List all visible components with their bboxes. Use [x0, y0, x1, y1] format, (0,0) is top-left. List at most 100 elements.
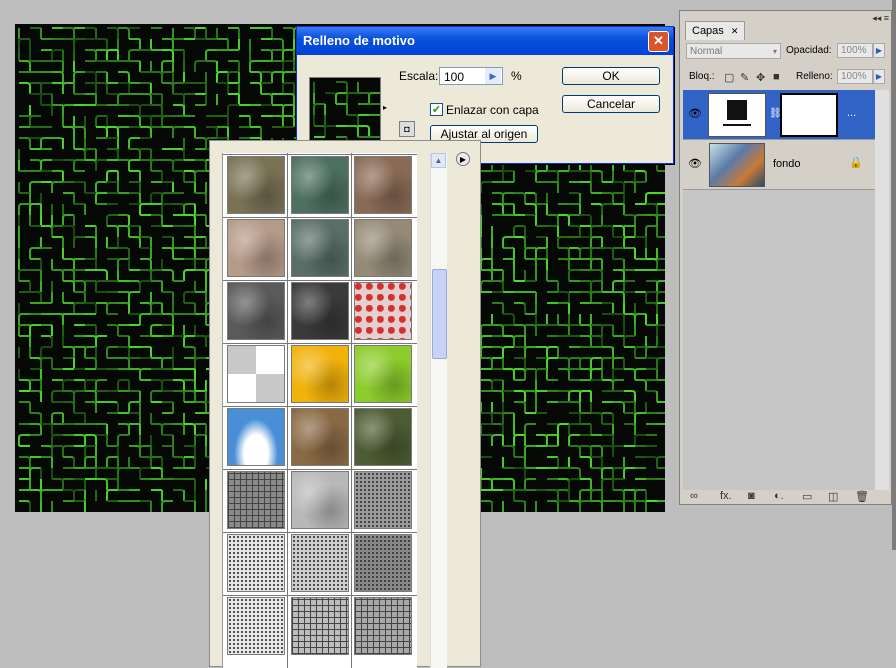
circuit-segment: [481, 357, 493, 369]
circuit-segment: [19, 137, 31, 149]
pattern-tile-sparse-speckle[interactable]: [291, 534, 349, 592]
pattern-tile-clouds-brown[interactable]: [227, 156, 285, 214]
circuit-segment: [129, 115, 141, 127]
pattern-tile-light-grey[interactable]: [291, 471, 349, 529]
circuit-segment: [314, 125, 326, 137]
tab-layers-label: Capas: [692, 25, 724, 37]
circuit-segment: [19, 456, 31, 468]
circuit-segment: [524, 346, 536, 358]
swatch-dropdown-arrow-icon[interactable]: ▸: [381, 77, 389, 139]
circuit-segment: [173, 148, 185, 160]
pattern-swatch[interactable]: [309, 77, 381, 141]
new-layer-icon[interactable]: ◫: [828, 490, 838, 503]
layer-row-fill[interactable]: 👁 ⛓ ...: [683, 90, 875, 140]
pattern-tile-dark-moss[interactable]: [354, 408, 412, 466]
pattern-tile-noise-grey[interactable]: [354, 471, 412, 529]
circuit-segment: [492, 192, 504, 204]
circuit-segment: [590, 225, 602, 237]
scroll-thumb[interactable]: [432, 269, 447, 359]
pattern-tile-dense-speckle[interactable]: [354, 534, 412, 592]
picker-menu-icon[interactable]: ▶: [456, 152, 470, 166]
circuit-segment: [580, 324, 592, 336]
fill-arrow-icon[interactable]: ▶: [873, 69, 885, 84]
circuit-segment: [590, 291, 602, 303]
link-layers-icon[interactable]: ∞: [690, 490, 698, 502]
circuit-segment: [336, 81, 348, 93]
tab-close-icon[interactable]: ✕: [731, 26, 739, 36]
close-button[interactable]: ✕: [648, 31, 669, 52]
trash-icon[interactable]: 🗑: [855, 490, 869, 503]
circuit-segment: [95, 192, 107, 204]
circuit-segment: [85, 302, 97, 314]
pattern-tile-sand-pink[interactable]: [227, 219, 285, 277]
add-mask-icon[interactable]: ◙: [748, 490, 755, 502]
pattern-tile-dark-grey[interactable]: [291, 282, 349, 340]
new-preset-icon[interactable]: ◘: [399, 121, 415, 137]
tab-layers[interactable]: Capas ✕: [685, 21, 746, 40]
opacity-field[interactable]: 100%: [837, 43, 873, 58]
pattern-tile-yellow-texture[interactable]: [291, 345, 349, 403]
circuit-segment: [195, 137, 207, 149]
circuit-segment: [645, 225, 657, 237]
scale-slider-arrow-icon[interactable]: ▶: [485, 68, 501, 84]
circuit-segment: [41, 335, 53, 347]
circuit-segment: [492, 412, 504, 424]
opacity-arrow-icon[interactable]: ▶: [873, 43, 885, 58]
pattern-tile-grid-lines[interactable]: [291, 597, 349, 655]
pattern-tile-dense-lines[interactable]: [354, 597, 412, 655]
picker-scrollbar[interactable]: ▲: [430, 153, 447, 668]
circuit-segment: [503, 335, 515, 347]
circuit-segment: [591, 412, 603, 424]
circuit-segment: [52, 269, 64, 281]
layer-row-background[interactable]: 👁 fondo 🔒: [683, 140, 875, 190]
circuit-segment: [40, 137, 52, 149]
circuit-segment: [591, 203, 603, 215]
circuit-segment: [73, 236, 85, 248]
circuit-segment: [184, 423, 196, 435]
pattern-tile-checker-grey[interactable]: [227, 345, 285, 403]
scroll-up-icon[interactable]: ▲: [431, 153, 446, 168]
lock-all-icon[interactable]: ■: [773, 71, 780, 83]
pattern-tile-pebbles[interactable]: [291, 408, 349, 466]
dialog-titlebar[interactable]: Relleno de motivo ✕: [297, 27, 673, 55]
pattern-tile-red-pills[interactable]: [354, 282, 412, 340]
panel-menu-icon[interactable]: ◂◂ ≡: [872, 13, 889, 24]
layers-scrollbar[interactable]: [875, 90, 889, 490]
adjustment-layer-icon[interactable]: ◐.: [774, 490, 784, 502]
link-with-layer-checkbox[interactable]: ✔: [430, 103, 443, 116]
circuit-segment: [172, 126, 184, 138]
pattern-tile-light-paper[interactable]: [227, 597, 285, 655]
lock-image-icon[interactable]: ✎: [740, 71, 749, 84]
circuit-segment: [106, 489, 118, 501]
blend-mode-select[interactable]: Normal ▾: [686, 43, 781, 59]
cancel-button[interactable]: Cancelar: [562, 95, 660, 113]
lock-transparent-icon[interactable]: ▢: [724, 71, 734, 84]
pattern-tile-sand-grey[interactable]: [354, 219, 412, 277]
circuit-segment: [63, 27, 75, 39]
pattern-tile-blue-sky[interactable]: [227, 408, 285, 466]
ok-button[interactable]: OK: [562, 67, 660, 85]
circuit-segment: [513, 434, 525, 446]
pattern-tile-green-texture[interactable]: [354, 345, 412, 403]
pattern-tile-woven-grey[interactable]: [227, 471, 285, 529]
fx-icon[interactable]: fx.: [720, 490, 732, 502]
circuit-segment: [161, 203, 173, 215]
new-group-icon[interactable]: ▭: [802, 490, 812, 503]
pattern-tile-fine-speckle[interactable]: [227, 534, 285, 592]
pattern-tile-clouds-green[interactable]: [291, 156, 349, 214]
eye-icon[interactable]: 👁: [687, 156, 703, 172]
circuit-segment: [579, 357, 591, 369]
fill-field[interactable]: 100%: [837, 69, 873, 84]
circuit-segment: [63, 401, 75, 413]
circuit-segment: [62, 445, 74, 457]
circuit-segment: [63, 280, 75, 292]
circuit-segment: [18, 324, 30, 336]
circuit-segment: [140, 126, 152, 138]
pattern-tile-grey-fine[interactable]: [227, 282, 285, 340]
pattern-tile-rock-brown[interactable]: [354, 156, 412, 214]
circuit-segment: [503, 445, 515, 457]
pattern-tile-stone-teal[interactable]: [291, 219, 349, 277]
circuit-segment: [129, 192, 141, 204]
eye-icon[interactable]: 👁: [687, 106, 703, 122]
lock-position-icon[interactable]: ✥: [756, 71, 765, 84]
